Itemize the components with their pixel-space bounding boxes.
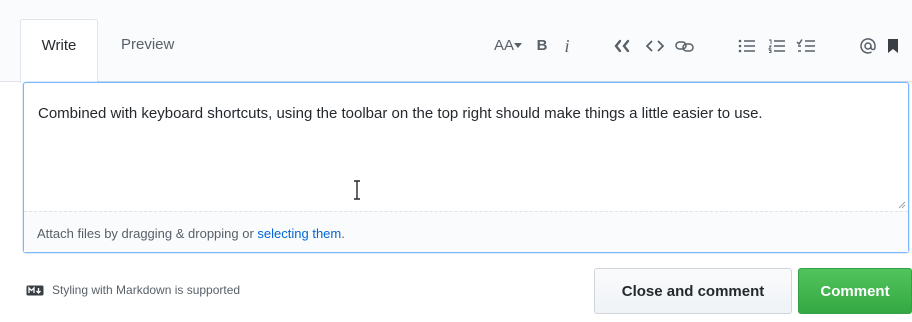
bold-icon: B — [536, 37, 548, 54]
code-button[interactable] — [645, 36, 665, 56]
tab-preview[interactable]: Preview — [121, 36, 174, 53]
bulleted-list-button[interactable] — [737, 36, 757, 56]
comment-button[interactable]: Comment — [798, 268, 912, 314]
code-icon — [646, 40, 664, 52]
bold-button[interactable]: B — [534, 36, 550, 56]
text-size-icon: AA — [493, 37, 514, 54]
text-size-button[interactable]: AA — [490, 36, 526, 56]
bulleted-list-icon — [738, 39, 755, 53]
resize-handle-icon[interactable] — [898, 201, 906, 209]
attach-files-text: Attach files by dragging & dropping or — [37, 226, 258, 241]
italic-button[interactable]: i — [560, 36, 574, 56]
task-list-icon — [796, 39, 815, 52]
saved-reply-button[interactable] — [884, 36, 902, 56]
markdown-hint[interactable]: Styling with Markdown is supported — [26, 283, 240, 297]
attach-files-suffix: . — [341, 226, 345, 241]
comment-textarea[interactable]: Combined with keyboard shortcuts, using … — [38, 100, 898, 127]
saved-reply-icon — [888, 39, 898, 53]
markdown-hint-label: Styling with Markdown is supported — [52, 283, 241, 297]
link-button[interactable] — [674, 36, 696, 56]
numbered-list-button[interactable] — [767, 36, 787, 56]
quote-button[interactable] — [612, 36, 632, 56]
mention-icon — [860, 38, 876, 54]
tab-write[interactable]: Write — [20, 19, 98, 83]
close-and-comment-button[interactable]: Close and comment — [594, 268, 792, 314]
italic-icon: i — [564, 36, 570, 56]
comment-editor[interactable]: Combined with keyboard shortcuts, using … — [23, 82, 909, 253]
mention-button[interactable] — [858, 36, 878, 56]
markdown-icon — [26, 285, 44, 295]
link-icon — [675, 41, 694, 52]
file-drop-zone[interactable]: Attach files by dragging & dropping or s… — [24, 211, 908, 252]
quote-icon — [614, 39, 630, 53]
caret-down-icon — [514, 43, 522, 48]
select-files-link[interactable]: selecting them — [257, 226, 341, 241]
numbered-list-icon — [768, 39, 785, 53]
text-cursor-icon — [354, 180, 360, 200]
task-list-button[interactable] — [795, 36, 817, 56]
